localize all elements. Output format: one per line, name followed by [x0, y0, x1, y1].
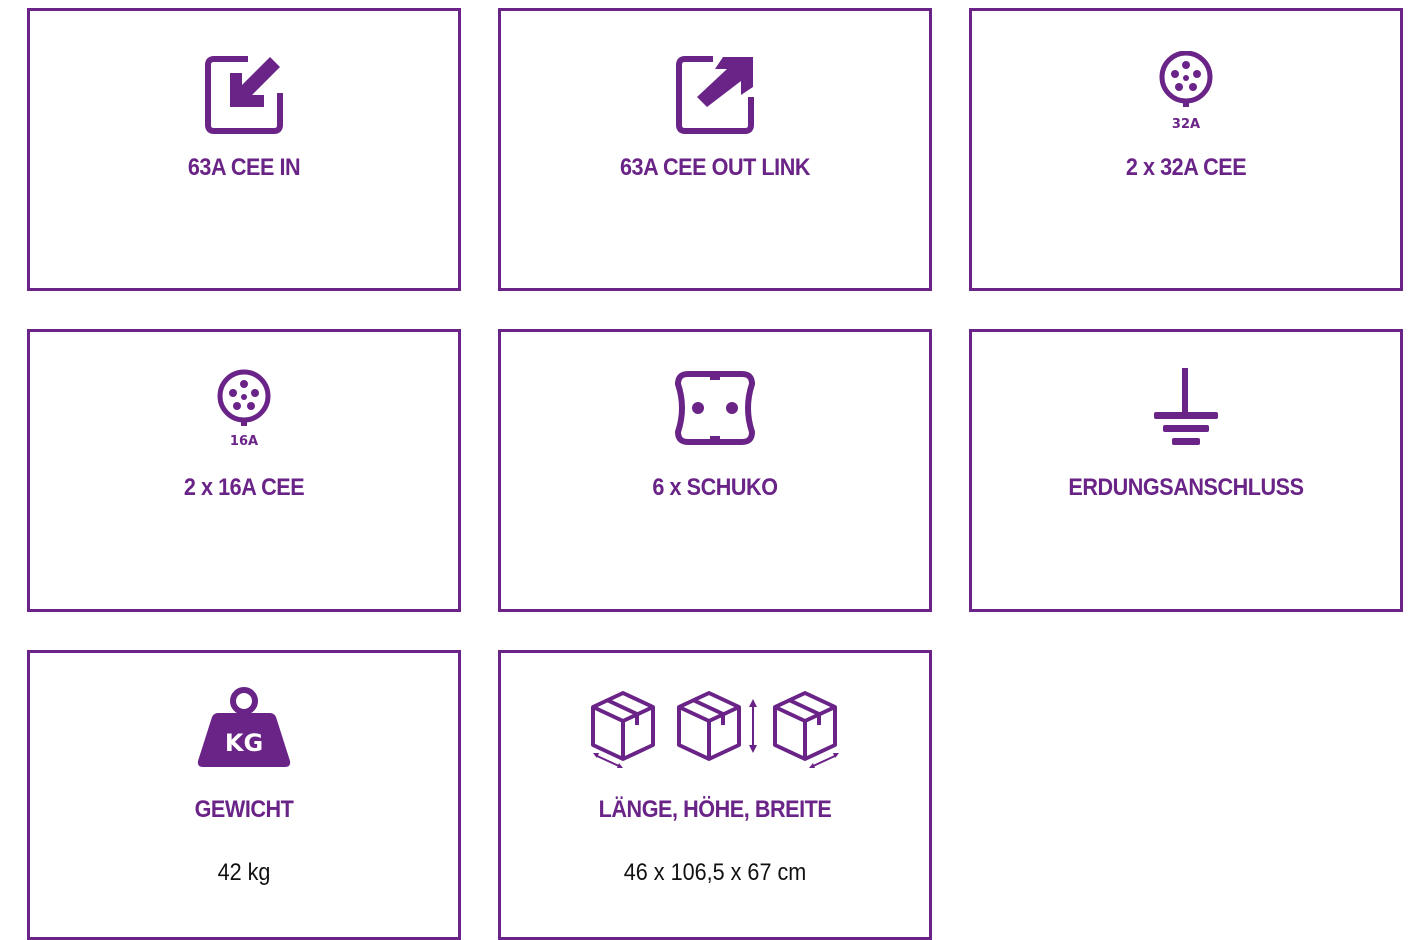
spec-card-dimensions: LÄNGE, HÖHE, BREITE 46 x 106,5 x 67 cm [498, 650, 932, 940]
icon-amp-label: 16A [230, 434, 258, 445]
box-dimensions-icon [501, 687, 929, 769]
spec-card-cee-in: 63A CEE IN [27, 8, 461, 291]
card-label: 63A CEE OUT LINK [619, 154, 811, 181]
spec-card-gewicht: KG GEWICHT 42 kg [27, 650, 461, 940]
card-label: LÄNGE, HÖHE, BREITE [598, 796, 832, 823]
output-arrow-icon [501, 55, 929, 135]
cee-socket-16a-icon: 16A [30, 365, 458, 445]
input-arrow-icon [30, 55, 458, 135]
icon-amp-label: 32A [1172, 117, 1200, 131]
spec-card-erdungsanschluss: ERDUNGSANSCHLUSS [969, 329, 1403, 612]
schuko-socket-icon [501, 368, 929, 448]
card-label: 2 x 16A CEE [183, 474, 305, 501]
card-value: 46 x 106,5 x 67 cm [623, 859, 807, 886]
spec-card-16a-cee: 16A 2 x 16A CEE [27, 329, 461, 612]
card-label: 63A CEE IN [187, 154, 301, 181]
icon-kg-label: KG [225, 729, 263, 757]
card-label: 2 x 32A CEE [1125, 154, 1247, 181]
card-value: 42 kg [217, 859, 271, 886]
spec-card-cee-out-link: 63A CEE OUT LINK [498, 8, 932, 291]
card-label: 6 x SCHUKO [652, 474, 778, 501]
spec-card-schuko: 6 x SCHUKO [498, 329, 932, 612]
card-label: ERDUNGSANSCHLUSS [1068, 474, 1304, 501]
weight-kg-icon: KG [30, 687, 458, 769]
card-label: GEWICHT [194, 796, 294, 823]
spec-card-32a-cee: 32A 2 x 32A CEE [969, 8, 1403, 291]
cee-socket-32a-icon: 32A [972, 51, 1400, 131]
ground-symbol-icon [972, 368, 1400, 448]
